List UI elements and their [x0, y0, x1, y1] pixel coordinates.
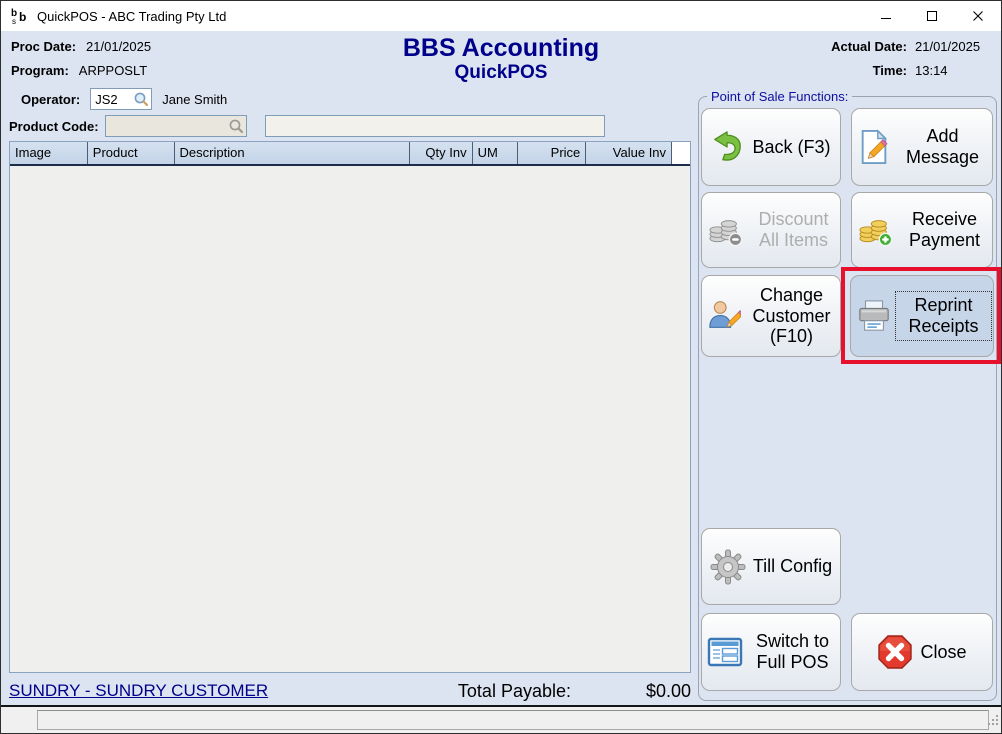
main-content: Proc Date: 21/01/2025 Program: ARPPOSLT … — [1, 31, 1002, 707]
items-table-header: Image Product Description Qty Inv UM Pri… — [10, 142, 690, 166]
operator-label: Operator: — [21, 92, 80, 107]
svg-text:s: s — [12, 17, 16, 25]
printer-icon — [856, 299, 892, 333]
column-header-price[interactable]: Price — [518, 142, 586, 164]
quickpos-window: b s b QuickPOS - ABC Trading Pty Ltd Pro… — [0, 0, 1002, 734]
maximize-button[interactable] — [909, 1, 955, 31]
operator-input[interactable] — [95, 92, 133, 107]
column-header-qty-inv[interactable]: Qty Inv — [410, 142, 473, 164]
customer-link[interactable]: SUNDRY - SUNDRY CUSTOMER — [9, 681, 458, 701]
operator-name: Jane Smith — [162, 92, 227, 107]
product-code-input[interactable] — [110, 119, 228, 134]
column-header-filler — [672, 142, 690, 164]
close-icon — [972, 10, 984, 22]
sale-footer: SUNDRY - SUNDRY CUSTOMER Total Payable: … — [9, 678, 691, 704]
till-config-button[interactable]: Till Config — [701, 528, 841, 605]
product-code-label: Product Code: — [9, 119, 99, 134]
app-brand: BBS Accounting QuickPOS — [321, 35, 681, 83]
close-window-button[interactable] — [955, 1, 1001, 31]
column-header-um[interactable]: UM — [473, 142, 519, 164]
items-table: Image Product Description Qty Inv UM Pri… — [9, 141, 691, 673]
brand-subtitle: QuickPOS — [321, 63, 681, 84]
date-time-info: Actual Date: 21/01/2025 Time: 13:14 — [831, 39, 993, 87]
add-message-button[interactable]: Add Message — [851, 108, 993, 186]
operator-input-box — [90, 88, 152, 110]
window-title: QuickPOS - ABC Trading Pty Ltd — [37, 9, 226, 24]
back-button[interactable]: Back (F3) — [701, 108, 841, 186]
pos-window-icon — [707, 635, 743, 669]
minimize-button[interactable] — [863, 1, 909, 31]
close-button[interactable]: Close — [851, 613, 993, 691]
receive-payment-button[interactable]: Receive Payment — [851, 192, 993, 268]
total-payable-label: Total Payable: — [458, 681, 571, 702]
program-label: Program: — [11, 63, 69, 78]
discount-all-items-button: Discount All Items — [701, 192, 841, 268]
pos-functions-group-label: Point of Sale Functions: — [707, 89, 852, 104]
product-lookup-icon[interactable] — [228, 118, 244, 134]
add-message-icon — [857, 129, 891, 165]
actual-date-value: 21/01/2025 — [915, 39, 993, 54]
time-label: Time: — [873, 63, 907, 78]
maximize-icon — [926, 10, 938, 22]
time-value: 13:14 — [915, 63, 993, 78]
brand-title: BBS Accounting — [321, 35, 681, 63]
change-customer-button[interactable]: Change Customer (F10) — [701, 275, 841, 357]
operator-lookup-icon[interactable] — [133, 91, 149, 107]
column-header-value-inv[interactable]: Value Inv — [586, 142, 672, 164]
status-bar — [1, 705, 1001, 733]
back-arrow-icon — [711, 131, 745, 163]
status-message-panel — [37, 710, 989, 730]
column-header-product[interactable]: Product — [88, 142, 175, 164]
items-table-body[interactable] — [10, 166, 690, 672]
actual-date-label: Actual Date: — [831, 39, 907, 54]
switch-full-pos-button[interactable]: Switch to Full POS — [701, 613, 841, 691]
proc-date-label: Proc Date: — [11, 39, 76, 54]
receive-payment-coins-icon — [857, 213, 895, 247]
proc-date-value: 21/01/2025 — [86, 39, 151, 54]
svg-text:b: b — [19, 10, 26, 24]
total-payable-value: $0.00 — [571, 681, 691, 702]
title-bar: b s b QuickPOS - ABC Trading Pty Ltd — [1, 1, 1001, 31]
reprint-receipts-button[interactable]: Reprint Receipts — [850, 275, 994, 357]
close-octagon-icon — [877, 634, 913, 670]
discount-coins-icon — [707, 213, 745, 247]
gear-icon — [710, 549, 746, 585]
product-description-input[interactable] — [265, 115, 605, 137]
resize-grip[interactable] — [987, 713, 999, 731]
program-value: ARPPOSLT — [79, 63, 147, 78]
minimize-icon — [880, 10, 892, 22]
bsb-logo-icon: b s b — [11, 7, 29, 25]
product-code-input-box — [105, 115, 247, 137]
column-header-description[interactable]: Description — [175, 142, 410, 164]
change-customer-icon — [707, 298, 741, 334]
column-header-image[interactable]: Image — [10, 142, 88, 164]
